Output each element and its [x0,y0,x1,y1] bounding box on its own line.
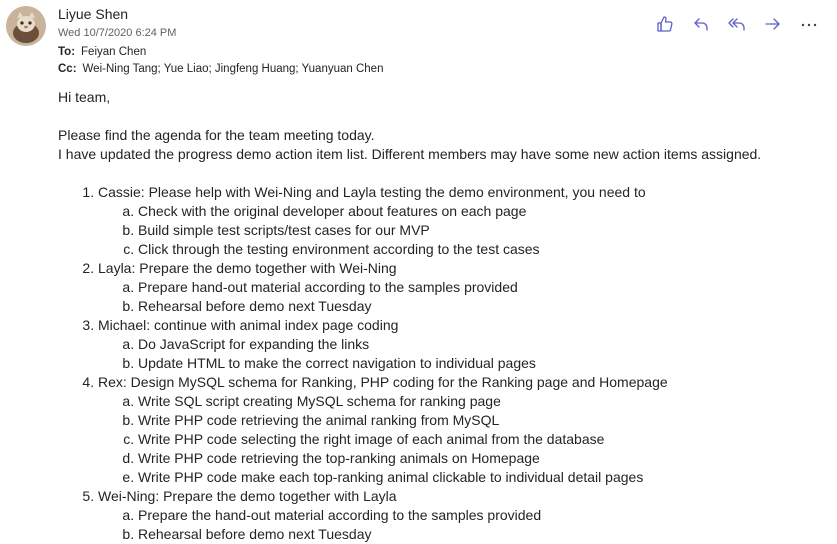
avatar[interactable] [6,6,46,46]
sub-item: Do JavaScript for expanding the links [138,335,828,354]
agenda-item: Michael: continue with animal index page… [98,316,828,373]
cc-label: Cc: [58,63,77,75]
agenda-item-text: Cassie: Please help with Wei-Ning and La… [98,184,646,200]
message-body: Hi team, Please find the agenda for the … [58,88,828,544]
avatar-photo-icon [6,6,46,46]
agenda-item-text: Wei-Ning: Prepare the demo together with… [98,488,397,504]
agenda-item: Rex: Design MySQL schema for Ranking, PH… [98,373,828,487]
cc-line: Cc: Wei-Ning Tang; Yue Liao; Jingfeng Hua… [58,63,383,75]
sender-name[interactable]: Liyue Shen [58,6,128,22]
message-actions [653,12,821,36]
sub-item: Click through the testing environment ac… [138,240,828,259]
to-line: To: Feiyan Chen [58,46,146,58]
sub-list: Write SQL script creating MySQL schema f… [98,392,828,487]
sent-date: Wed 10/7/2020 6:24 PM [58,27,177,39]
sub-list: Prepare hand-out material according to t… [98,278,828,316]
greeting: Hi team, [58,89,111,105]
sub-item: Write SQL script creating MySQL schema f… [138,392,828,411]
paragraph: Please find the agenda for the team meet… [58,127,375,143]
reply-button[interactable] [689,12,713,36]
agenda-item: Layla: Prepare the demo together with We… [98,259,828,316]
like-button[interactable] [653,12,677,36]
forward-icon [765,18,780,30]
agenda-item: Cassie: Please help with Wei-Ning and La… [98,183,828,259]
sub-item: Rehearsal before demo next Tuesday [138,525,828,544]
paragraph: I have updated the progress demo action … [58,146,762,162]
sub-item: Rehearsal before demo next Tuesday [138,297,828,316]
agenda-item-text: Michael: continue with animal index page… [98,317,399,333]
reply-icon [694,18,708,31]
reply-all-button[interactable] [725,12,749,36]
like-icon [657,16,673,32]
sub-item: Update HTML to make the correct navigati… [138,354,828,373]
cc-recipients[interactable]: Wei-Ning Tang; Yue Liao; Jingfeng Huang;… [83,63,384,75]
sub-item: Build simple test scripts/test cases for… [138,221,828,240]
sub-list: Do JavaScript for expanding the links Up… [98,335,828,373]
to-label: To: [58,46,76,58]
forward-button[interactable] [761,12,785,36]
sub-list: Check with the original developer about … [98,202,828,259]
sub-item: Write PHP code retrieving the top-rankin… [138,449,828,468]
sub-item: Write PHP code make each top-ranking ani… [138,468,828,487]
message-header: Liyue Shen Wed 10/7/2020 6:24 PM To: Feiy… [0,0,837,82]
more-icon [801,23,817,27]
agenda-item-text: Layla: Prepare the demo together with We… [98,260,397,276]
more-actions-button[interactable] [797,12,821,36]
sub-item: Write PHP code selecting the right image… [138,430,828,449]
sub-list: Prepare the hand-out material according … [98,506,828,544]
sub-item: Check with the original developer about … [138,202,828,221]
agenda-list: Cassie: Please help with Wei-Ning and La… [58,183,828,544]
sub-item: Prepare hand-out material according to t… [138,278,828,297]
to-recipients[interactable]: Feiyan Chen [81,46,146,58]
agenda-item-text: Rex: Design MySQL schema for Ranking, PH… [98,374,668,390]
agenda-item: Wei-Ning: Prepare the demo together with… [98,487,828,544]
sub-item: Prepare the hand-out material according … [138,506,828,525]
sub-item: Write PHP code retrieving the animal ran… [138,411,828,430]
reply-all-icon [728,18,745,31]
